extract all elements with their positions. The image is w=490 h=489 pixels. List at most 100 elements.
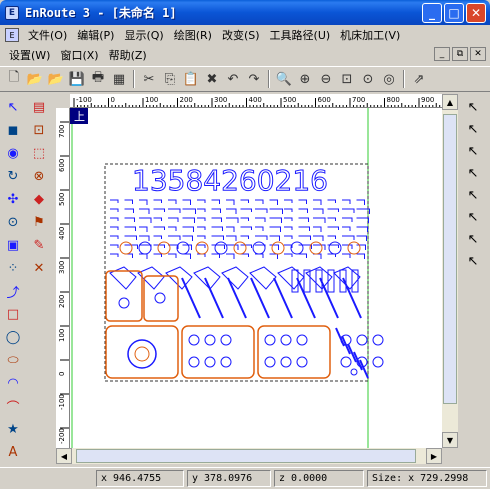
rectangle-icon[interactable]: □ [2,303,24,325]
node-edit-icon[interactable]: ◼ [2,119,24,141]
arrow-1-icon[interactable]: ↖ [462,96,484,118]
ruler-horizontal: -100 0 100 200 300 400 500 600 700 800 900 [70,94,442,108]
arrow-8-icon[interactable]: ↖ [462,250,484,272]
ruler-label: 500 [58,193,66,206]
menu-item[interactable]: 编辑(P) [72,27,119,43]
menu-item[interactable]: 绘图(R) [169,27,217,43]
scroll-thumb-vertical[interactable] [443,114,457,404]
arrow-4-icon[interactable]: ↖ [462,162,484,184]
ruler-label: 700 [58,125,66,138]
maximize-button[interactable]: □ [444,3,464,23]
grid-icon[interactable]: ▦ [109,69,129,89]
arrow-2-icon[interactable]: ↖ [462,118,484,140]
window-title: EnRoute 3 - [未命名 1] [25,6,177,20]
mdi-close-button[interactable]: ✕ [470,47,486,61]
transform-icon[interactable]: ✣ [2,188,24,210]
scroll-down-button[interactable]: ▼ [442,432,458,448]
rect-frame-icon[interactable]: ⬚ [28,142,50,164]
zoom-out-icon[interactable]: ⊖ [316,69,336,89]
ruler-label: 800 [387,96,400,104]
undo-icon[interactable]: ↶ [223,69,243,89]
menu-item[interactable]: 窗口(X) [55,47,103,63]
polyline-icon[interactable]: ⌒ [2,395,24,417]
bezier-icon[interactable]: ⤴ [2,280,24,302]
status-bar: x 946.4755 y 378.0976 z 0.0000 Size: x 7… [0,467,490,489]
arrow-6-icon[interactable]: ↖ [462,206,484,228]
circle-shapes-icon[interactable]: ◉ [2,142,24,164]
arrow-3-icon[interactable]: ↖ [462,140,484,162]
menu-bar-row-2: 设置(W) 窗口(X) 帮助(Z) [0,45,490,65]
scroll-right-button[interactable]: ▶ [426,448,442,464]
scroll-left-button[interactable]: ◀ [56,448,72,464]
vertical-scrollbar[interactable]: ▲ ▼ [442,94,458,448]
ellipse-icon[interactable]: ⬭ [2,349,24,371]
ruler-label: 600 [58,159,66,172]
ruler-label: -100 [58,394,66,410]
paste-icon[interactable]: 📋 [181,69,201,89]
title-bar: E EnRoute 3 - [未命名 1] _ □ ✕ [0,0,490,25]
contour-icon[interactable]: ▣ [2,234,24,256]
copy-icon[interactable]: ⎘ [160,69,180,89]
minimize-button[interactable]: _ [422,3,442,23]
menu-item[interactable]: 文件(O) [23,27,72,43]
menu-item[interactable]: 帮助(Z) [104,47,152,63]
trim-icon[interactable]: ✕ [28,257,50,279]
circle-icon[interactable]: ◯ [2,326,24,348]
align-icon[interactable]: ↻ [2,165,24,187]
arc-icon[interactable]: ◠ [2,372,24,394]
zoom-window-icon[interactable]: 🔍 [274,69,294,89]
rotate-icon[interactable]: ⊡ [28,119,50,141]
star-icon[interactable]: ★ [2,418,24,440]
ruler-label: 900 [421,96,434,104]
redo-icon[interactable]: ↷ [244,69,264,89]
print-icon[interactable]: 🖶 [88,69,108,89]
export-icon[interactable]: ⇗ [409,69,429,89]
ruler-label: 0 [58,372,66,376]
measure-icon[interactable]: ⚑ [28,211,50,233]
weld-icon[interactable]: ◆ [28,188,50,210]
main-toolbar: 🗋 📂 📂 💾 🖶 ▦ ✂ ⎘ 📋 ✖ ↶ ↷ 🔍 ⊕ ⊖ ⊡ ⊙ ◎ ⇗ [0,66,490,92]
horizontal-scrollbar[interactable]: ◀ ▶ [56,448,442,464]
open-folder-icon[interactable]: 📂 [25,69,45,89]
menu-item[interactable]: 改变(S) [217,27,265,43]
ruler-label: 300 [58,261,66,274]
menu-item[interactable]: 设置(W) [4,47,55,63]
toolbar-separator [133,70,135,88]
menu-item[interactable]: 工具路径(U) [265,27,336,43]
text-icon[interactable]: A [2,441,24,463]
ruler-label: -100 [76,96,92,104]
zoom-in-icon[interactable]: ⊕ [295,69,315,89]
ruler-label: 300 [214,96,227,104]
ruler-label: 500 [283,96,296,104]
cut-icon[interactable]: ✂ [139,69,159,89]
fill-icon[interactable]: ✎ [28,234,50,256]
mdi-restore-button[interactable]: ⧉ [452,47,468,61]
menu-item[interactable]: 显示(Q) [119,27,168,43]
mdi-minimize-button[interactable]: _ [434,47,450,61]
menu-item[interactable]: 机床加工(V) [335,27,405,43]
layers-icon[interactable]: ▤ [28,96,50,118]
arrow-5-icon[interactable]: ↖ [462,184,484,206]
flip-icon[interactable]: ⊗ [28,165,50,187]
array-icon[interactable]: ⊙ [2,211,24,233]
grid-dots-icon[interactable]: ⁘ [2,257,24,279]
drawing-canvas[interactable]: 上 13584260216 [70,108,442,448]
scroll-thumb-horizontal[interactable] [76,449,416,463]
right-toolbox: ↖ ↖ ↖ ↖ ↖ ↖ ↖ ↖ [459,96,487,306]
delete-icon[interactable]: ✖ [202,69,222,89]
close-button[interactable]: ✕ [466,3,486,23]
app-icon[interactable]: E [5,5,19,20]
zoom-selected-icon[interactable]: ⊙ [358,69,378,89]
arrow-7-icon[interactable]: ↖ [462,228,484,250]
status-x: x 946.4755 [96,470,184,487]
open-template-icon[interactable]: 📂 [46,69,66,89]
new-file-icon[interactable]: 🗋 [4,69,24,89]
select-arrow-icon[interactable]: ↖ [2,96,24,118]
save-icon[interactable]: 💾 [67,69,87,89]
zoom-fit-icon[interactable]: ⊡ [337,69,357,89]
document-icon[interactable]: E [5,28,19,42]
ruler-label: 200 [180,96,193,104]
ruler-vertical: 700 600 500 400 300 200 100 0 -100 -200 [56,108,70,448]
zoom-prev-icon[interactable]: ◎ [379,69,399,89]
scroll-up-button[interactable]: ▲ [442,94,458,110]
